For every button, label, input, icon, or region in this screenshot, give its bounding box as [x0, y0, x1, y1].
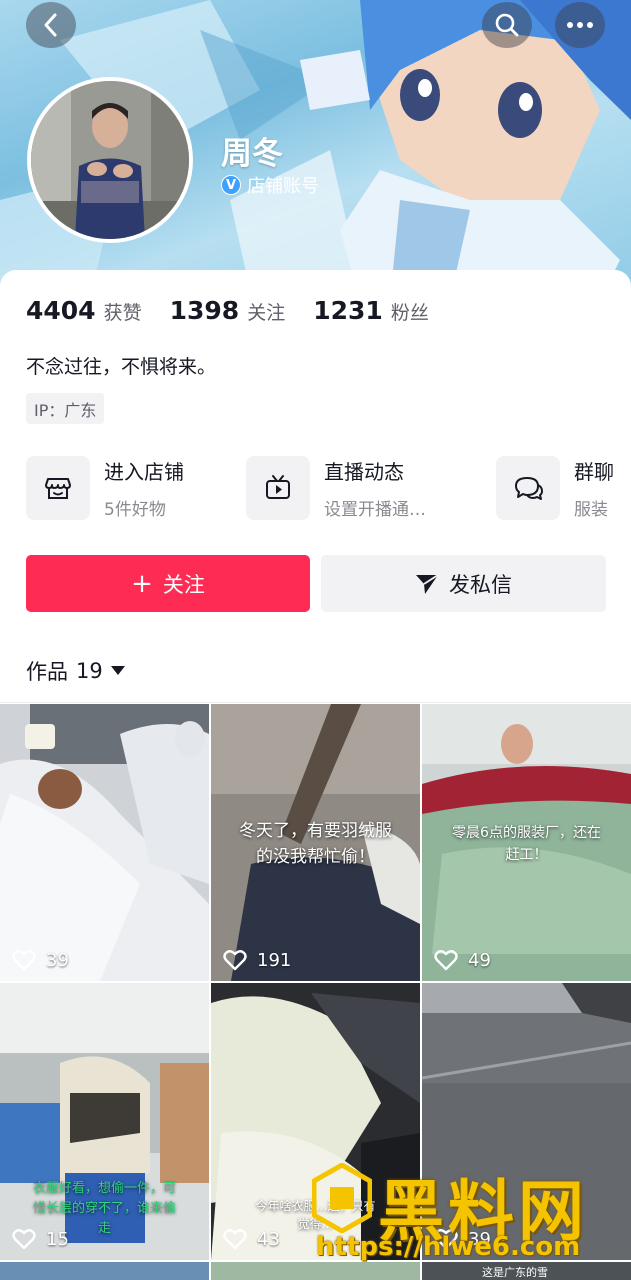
feature-text: 直播动态 设置开播通… [324, 456, 426, 520]
video-caption: 冬天了，有要羽绒服的没我帮忙偷！ [239, 821, 392, 867]
tv-icon [266, 475, 290, 499]
likes-count: 43 [257, 1228, 280, 1250]
feature-subtitle: 5件好物 [104, 500, 166, 520]
works-count: 19 [76, 659, 103, 683]
heart-icon [434, 950, 458, 971]
video-caption: 这是广东的雪 [482, 1266, 548, 1279]
stat-value: 4404 [26, 296, 96, 325]
feature-title: 进入店铺 [104, 460, 184, 484]
video-tile[interactable] [0, 1262, 209, 1280]
profile-banner: 周冬 V 店铺账号 [0, 0, 631, 300]
watermark-url: https://hlwe6.com [316, 1232, 581, 1262]
profile-bio: 不念过往，不惧将来。 [26, 356, 217, 378]
video-tile[interactable] [211, 1262, 420, 1280]
profile-name: 周冬 [221, 136, 283, 172]
more-button[interactable] [555, 2, 605, 48]
video-thumbnail [0, 704, 209, 981]
video-tile[interactable]: 衣服好看，想偷一件，可惜长层的穿不了，谁来偷走 15 [0, 983, 209, 1260]
search-icon [495, 13, 519, 37]
heart-icon [223, 1229, 247, 1250]
stat-followers[interactable]: 1231 粉丝 [313, 296, 429, 325]
feature-icon-box [26, 456, 90, 520]
follow-label: 关注 [162, 572, 205, 597]
stat-value: 1231 [313, 296, 383, 325]
feature-title: 直播动态 [324, 460, 404, 484]
likes-counter: 49 [434, 949, 491, 971]
video-caption: 零晨6点的服装厂，还在赶工！ [452, 825, 601, 863]
heart-icon [12, 950, 36, 971]
video-tile[interactable]: 冬天了，有要羽绒服的没我帮忙偷！ 191 [211, 704, 420, 981]
stat-value: 1398 [169, 296, 240, 325]
likes-count: 191 [257, 949, 292, 971]
heart-icon [223, 950, 247, 971]
stat-label: 获赞 [103, 302, 142, 324]
stat-label: 粉丝 [390, 302, 429, 324]
tab-works[interactable]: 作品 19 [26, 656, 125, 686]
feature-icon-box [496, 456, 560, 520]
likes-counter: 39 [12, 949, 69, 971]
plus-icon: + [131, 568, 153, 599]
stat-label: 关注 [247, 302, 286, 324]
send-icon [416, 573, 439, 594]
feature-store[interactable]: 进入店铺 5件好物 [26, 456, 184, 520]
chevron-left-icon [44, 13, 57, 37]
stat-likes: 4404 获赞 [26, 296, 142, 325]
verified-badge-icon: V [221, 175, 241, 195]
store-icon [45, 478, 71, 499]
back-button[interactable] [26, 2, 76, 48]
watermark-logo [312, 1163, 372, 1233]
feature-group-chat[interactable]: 群聊 服装 [496, 456, 614, 520]
likes-counter: 43 [223, 1228, 280, 1250]
feature-live[interactable]: 直播动态 设置开播通… [246, 456, 426, 520]
feature-subtitle: 服装 [574, 500, 608, 520]
likes-count: 39 [46, 949, 69, 971]
more-dots-icon [567, 22, 593, 28]
heart-icon [12, 1229, 36, 1250]
likes-counter: 15 [12, 1228, 69, 1250]
follow-button[interactable]: + 关注 [26, 555, 310, 612]
likes-count: 15 [46, 1228, 69, 1250]
video-tile[interactable]: 39 [0, 704, 209, 981]
caret-down-icon [110, 666, 125, 675]
likes-counter: 191 [223, 949, 291, 971]
likes-count: 49 [468, 949, 491, 971]
feature-text: 进入店铺 5件好物 [104, 456, 184, 520]
search-button[interactable] [482, 2, 532, 48]
stats-row: 4404 获赞 1398 关注 1231 粉丝 [26, 296, 457, 325]
verify-row: V 店铺账号 [221, 172, 319, 198]
avatar[interactable] [27, 77, 193, 243]
feature-icon-box [246, 456, 310, 520]
divider [0, 702, 631, 703]
verify-label: 店铺账号 [247, 176, 319, 197]
feature-title: 群聊 [574, 460, 614, 484]
avatar-photo [31, 81, 189, 239]
stat-following[interactable]: 1398 关注 [170, 296, 286, 325]
feature-text: 群聊 服装 [574, 456, 614, 520]
feature-subtitle: 设置开播通… [324, 500, 426, 520]
video-tile[interactable]: 零晨6点的服装厂，还在赶工！ 49 [422, 704, 631, 981]
video-tile[interactable]: 这是广东的雪 [422, 1262, 631, 1280]
ip-location-tag: IP：广东 [26, 393, 105, 424]
message-label: 发私信 [449, 572, 512, 597]
chat-bubbles-icon [515, 477, 543, 500]
works-label: 作品 [26, 660, 68, 684]
message-button[interactable]: 发私信 [321, 555, 606, 612]
